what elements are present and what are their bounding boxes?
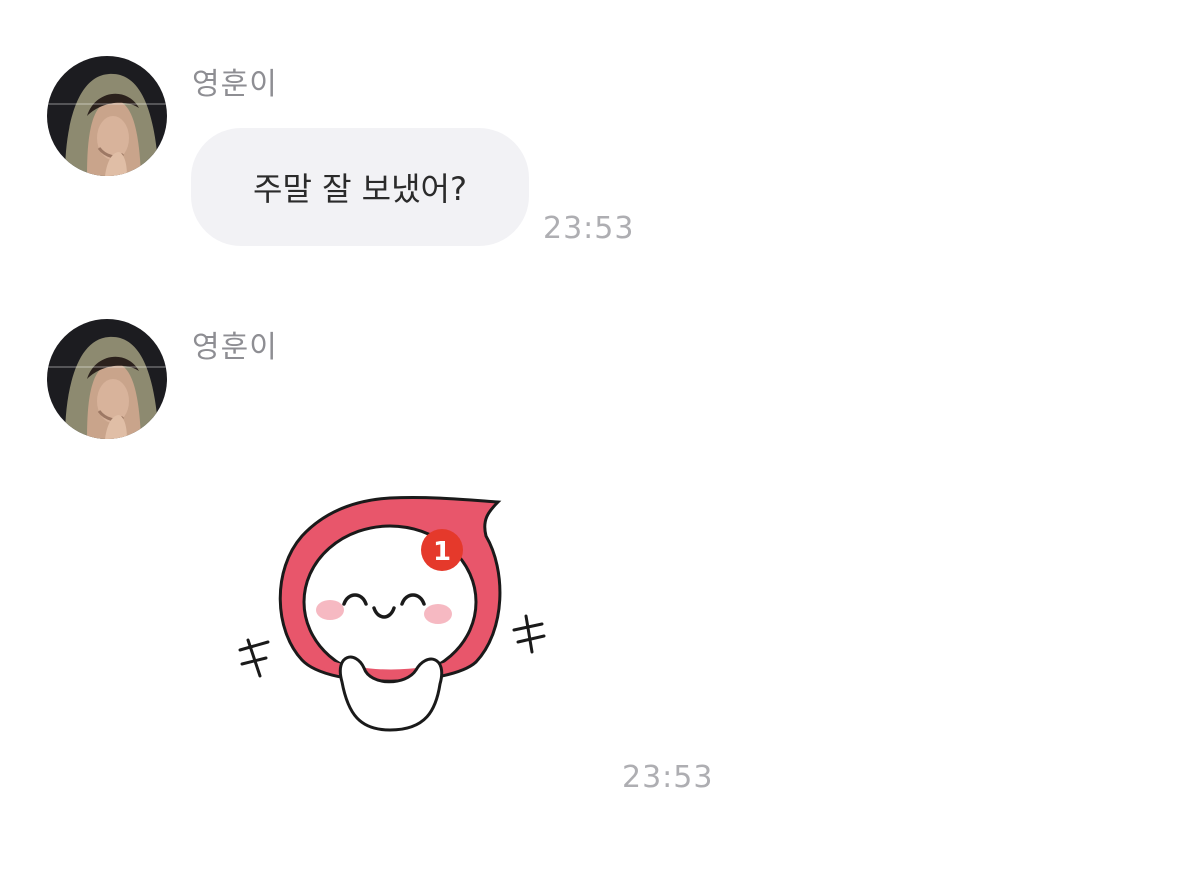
sender-avatar[interactable] — [47, 56, 167, 176]
message-timestamp: 23:53 — [543, 211, 635, 246]
sticker-message[interactable]: 1 — [230, 490, 560, 740]
sender-name: 영훈이 — [192, 330, 278, 365]
notification-badge: 1 — [433, 537, 451, 567]
sender-avatar[interactable] — [47, 319, 167, 439]
avatar-photo-icon — [47, 56, 167, 176]
smiling-speech-bubble-character-icon: 1 — [238, 495, 546, 732]
chat-area: 영훈이 주말 잘 보냈어? 23:53 영훈이 1 23:53 — [0, 0, 1200, 875]
message-bubble[interactable]: 주말 잘 보냈어? — [191, 128, 529, 246]
sender-name: 영훈이 — [192, 67, 278, 102]
message-timestamp: 23:53 — [622, 760, 714, 795]
avatar-photo-icon — [47, 319, 167, 439]
message-text: 주말 잘 보냈어? — [253, 170, 467, 208]
